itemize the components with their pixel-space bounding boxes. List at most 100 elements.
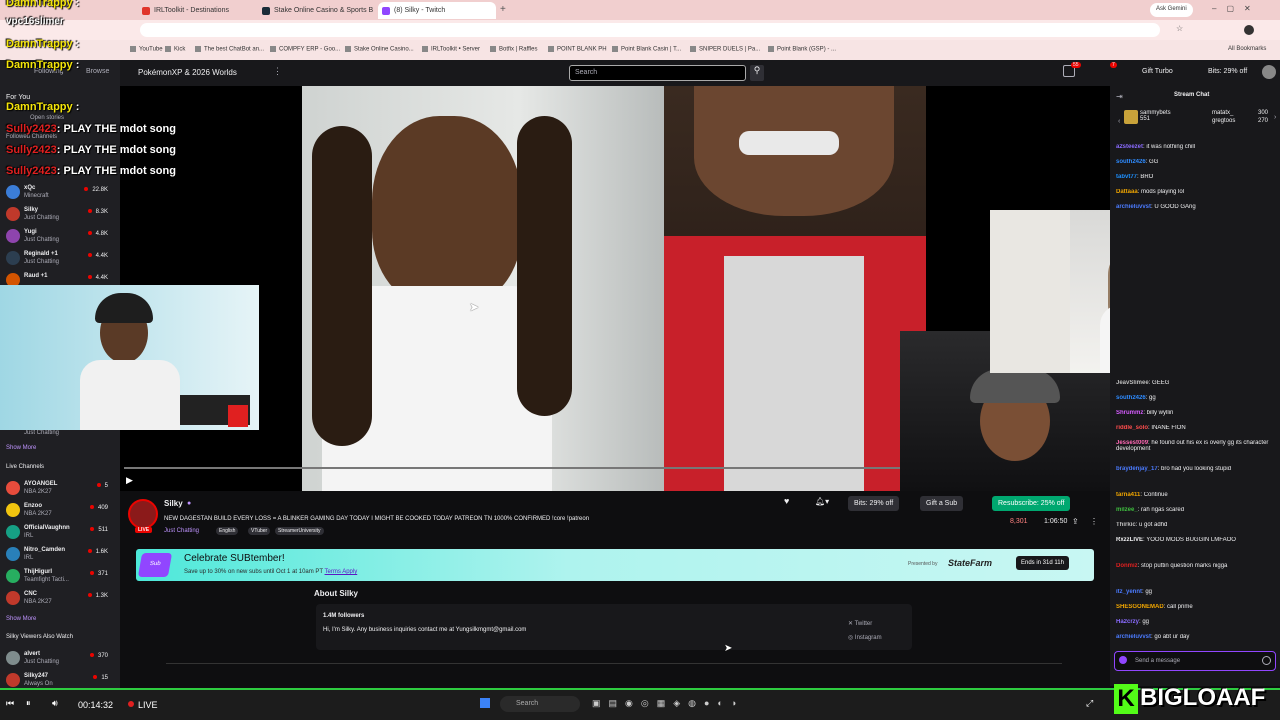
bookmark[interactable]: Botfix | Raffles xyxy=(490,46,537,53)
tag[interactable]: VTuber xyxy=(248,527,271,535)
star-icon[interactable]: ☆ xyxy=(1176,24,1183,33)
show-more-link[interactable]: Show More xyxy=(6,445,36,451)
viewer-count: 22.8K xyxy=(84,187,108,193)
viewer-count: 1.3K xyxy=(88,593,108,599)
bookmark[interactable]: Kick xyxy=(165,46,185,53)
channel-game: NBA 2K27 xyxy=(24,489,52,495)
avatar[interactable] xyxy=(1262,65,1276,79)
more-options-icon[interactable]: ⋮ xyxy=(273,66,282,77)
bookmark[interactable]: Point Blank Casin | T... xyxy=(612,46,681,53)
sidebar-channel[interactable]: OfficialVaughnn IRL 511 xyxy=(0,522,120,544)
taskbar-search[interactable]: Search xyxy=(500,696,580,712)
grill-shape xyxy=(739,131,839,155)
for-you-heading: For You xyxy=(6,94,31,101)
bookmark[interactable]: Stake Online Casino... xyxy=(345,46,414,53)
search-input[interactable]: Search xyxy=(569,65,746,81)
twitter-link[interactable]: ✕ Twitter xyxy=(848,620,872,627)
sidebar-channel[interactable]: Nitro_Camden IRL 1.6K xyxy=(0,544,120,566)
bookmark[interactable]: IRLToolkit • Server xyxy=(422,46,480,53)
sidebar-channel[interactable]: Yugi Just Chatting 4.8K xyxy=(0,226,120,248)
category-link[interactable]: Just Chatting xyxy=(164,528,199,534)
live-channels-heading: Live Channels xyxy=(6,464,45,470)
all-bookmarks[interactable]: All Bookmarks xyxy=(1228,46,1266,52)
gift-sub-button[interactable]: Gift a Sub xyxy=(920,496,964,511)
seek-bar[interactable] xyxy=(0,688,1280,690)
bookmark[interactable]: Point Blank (GSP) - ... xyxy=(768,46,836,53)
avatar[interactable] xyxy=(128,499,158,529)
bits-offer-button[interactable]: Bits: 29% off xyxy=(1208,68,1247,75)
window-controls[interactable]: –▢✕ xyxy=(1212,4,1261,13)
sidebar-channel[interactable]: Reginald +1 Just Chatting 4.4K xyxy=(0,248,120,270)
fullscreen-icon[interactable]: ⤢ xyxy=(1086,698,1093,709)
viewer-count: 409 xyxy=(90,505,108,511)
browse-link[interactable]: Browse xyxy=(86,68,109,75)
chevron-left-icon[interactable]: ‹ xyxy=(1118,118,1120,125)
terms-link[interactable]: Terms Apply xyxy=(325,569,358,575)
viewer-count: 5 xyxy=(97,483,108,489)
streamer-name[interactable]: Silky xyxy=(164,499,183,508)
bookmark[interactable]: SNIPER DUELS | Pa... xyxy=(690,46,760,53)
share-icon[interactable]: ⇪ xyxy=(1072,517,1079,526)
volume-icon[interactable]: 🔊︎ xyxy=(52,698,58,709)
windows-start-icon[interactable] xyxy=(480,698,490,708)
chat-input[interactable]: Send a message xyxy=(1114,651,1276,671)
collapse-chat-icon[interactable]: ⇥ xyxy=(1116,92,1123,101)
tag[interactable]: English xyxy=(216,527,239,535)
bits-button[interactable]: Bits: 29% off xyxy=(848,496,900,511)
video-progress-bar[interactable] xyxy=(124,467,900,469)
resubscribe-button[interactable]: Resubscribe: 25% off xyxy=(992,496,1071,511)
emote-icon[interactable] xyxy=(1262,656,1271,665)
video-player[interactable]: ▶ xyxy=(120,86,1110,491)
notifications-icon[interactable]: 🔔︎▾ xyxy=(815,497,829,506)
face-shape xyxy=(372,116,522,306)
browser-tab[interactable]: IRLToolkit - Destinations xyxy=(138,2,256,19)
chat-message: Thirkic: u got adhd xyxy=(1116,522,1168,528)
pause-icon[interactable]: ⏸ xyxy=(26,698,31,709)
bookmark[interactable]: COMPFY ERP - Goo... xyxy=(270,46,340,53)
show-more-link[interactable]: Show More xyxy=(6,616,36,622)
skip-back-icon[interactable]: ⏮ xyxy=(6,698,14,709)
chat-message: archieluvvst: go abt ur day xyxy=(1116,634,1190,640)
more-options-icon[interactable]: ⋮ xyxy=(1090,517,1098,526)
channel-game: IRL xyxy=(24,533,34,539)
channel-game: Teamfight Tacti... xyxy=(24,577,69,583)
bookmarks-bar: YouTube Kick The best ChatBot an... COMP… xyxy=(0,40,1280,60)
sidebar-channel[interactable]: ThijHigurl Teamfight Tacti... 371 xyxy=(0,566,120,588)
chat-message: braydenjay_17: bro had you looking stupi… xyxy=(1116,466,1232,472)
bits-icon[interactable] xyxy=(1119,656,1127,664)
profile-avatar[interactable] xyxy=(1244,25,1254,35)
url-field[interactable] xyxy=(140,23,1160,37)
bookmark[interactable]: POINT BLANK PH xyxy=(548,46,607,53)
sidebar-channel[interactable]: alvert Just Chatting 370 xyxy=(0,648,120,670)
promo-banner[interactable]: Sub Celebrate SUBtember! Save up to 30% … xyxy=(136,549,1094,581)
taskbar-icons[interactable]: ▣▤◉◎▦◈◍●◐◑ xyxy=(592,698,744,709)
sidebar-channel[interactable]: Enzoo NBA 2K27 409 xyxy=(0,500,120,522)
browser-tab-active[interactable]: (8) Silky - Twitch xyxy=(378,2,496,19)
viewer-count: 8,301 xyxy=(1010,518,1028,525)
chevron-right-icon[interactable]: › xyxy=(1274,114,1276,121)
sidebar-channel[interactable]: CNC NBA 2K27 1.3K xyxy=(0,588,120,610)
sidebar-channel[interactable]: Silky Just Chatting 8.3K xyxy=(0,204,120,226)
heart-icon[interactable]: ♥ xyxy=(784,496,789,506)
chat-panel: ⇥ Stream Chat ‹ sammybets 551 matatx_ gre… xyxy=(1110,86,1280,686)
instagram-icon: ◎ xyxy=(848,635,854,641)
bookmark[interactable]: YouTube xyxy=(130,46,163,53)
instagram-link[interactable]: ◎ Instagram xyxy=(848,634,882,641)
sidebar-channel[interactable]: xQc Minecraft 22.8K xyxy=(0,182,120,204)
viewer-count: 370 xyxy=(90,653,108,659)
browser-tab[interactable]: Stake Online Casino & Sports B xyxy=(258,2,376,19)
hair-shape xyxy=(517,116,572,416)
avatar xyxy=(6,251,20,265)
avatar xyxy=(6,673,20,687)
sidebar-channel[interactable]: AYOANGEL NBA 2K27 5 xyxy=(0,478,120,500)
overlay-chat-line: DamnTrappy : xyxy=(6,38,80,50)
chat-message: tarna411: Continue xyxy=(1116,492,1168,498)
open-stories-link[interactable]: Open stories xyxy=(30,115,64,121)
search-icon[interactable]: ⚲ xyxy=(750,65,764,81)
tag[interactable]: StreamerUniversity xyxy=(275,527,324,535)
play-icon[interactable]: ▶ xyxy=(126,475,133,486)
new-tab-icon[interactable]: + xyxy=(500,4,506,15)
gift-turbo-button[interactable]: Gift Turbo xyxy=(1142,68,1173,75)
bookmark[interactable]: The best ChatBot an... xyxy=(195,46,264,53)
ask-gemini-button[interactable]: Ask Gemini xyxy=(1150,3,1193,17)
